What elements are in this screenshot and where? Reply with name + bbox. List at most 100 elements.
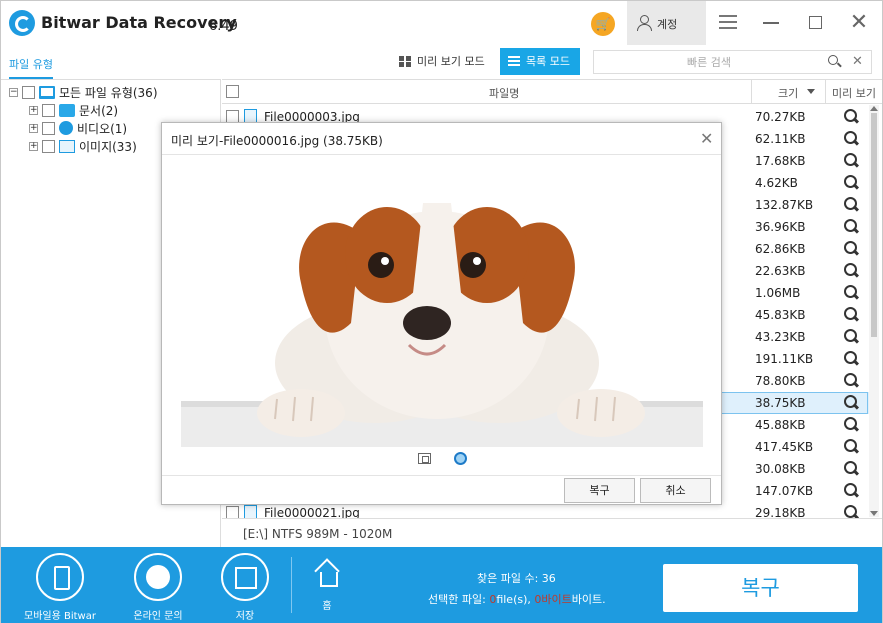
close-icon[interactable]: ✕ <box>845 11 873 35</box>
preview-magnifier-icon[interactable] <box>844 219 859 234</box>
mobile-bitwar-label: 모바일용 Bitwar <box>24 611 96 622</box>
file-size: 62.11KB <box>755 132 806 146</box>
app-window: Bitwar Data Recovery 6.49 🛒 계정 ✕ 파일 유형 미… <box>0 0 883 623</box>
preview-magnifier-icon[interactable] <box>844 241 859 256</box>
preview-magnifier-icon[interactable] <box>844 197 859 212</box>
tree-item-all[interactable]: − 모든 파일 유형(36) <box>9 83 158 101</box>
selected-prefix: 선택한 파일: <box>428 593 490 606</box>
recover-button[interactable]: 복구 <box>663 564 858 612</box>
scroll-down-icon[interactable] <box>870 511 878 516</box>
preview-mode-button[interactable]: 미리 보기 모드 <box>391 48 495 75</box>
title-bar: Bitwar Data Recovery 6.49 🛒 계정 ✕ <box>1 1 882 47</box>
preview-magnifier-icon[interactable] <box>844 175 859 190</box>
header-file-name[interactable]: 파일명 <box>489 85 519 101</box>
tree-item-documents[interactable]: + 문서(2) <box>29 101 118 119</box>
file-size: 30.08KB <box>755 462 806 476</box>
tree-item-videos[interactable]: + 비디오(1) <box>29 119 127 137</box>
search-box: ✕ <box>593 50 872 74</box>
file-size: 417.45KB <box>755 440 814 454</box>
preview-magnifier-icon[interactable] <box>844 285 859 300</box>
preview-mode-label: 미리 보기 모드 <box>417 55 485 68</box>
tree-item-images[interactable]: + 이미지(33) <box>29 137 137 155</box>
file-size: 4.62KB <box>755 176 798 190</box>
dialog-title: 미리 보기-File0000016.jpg (38.75KB) <box>171 134 383 148</box>
expand-icon[interactable]: + <box>29 141 38 151</box>
checkbox[interactable] <box>42 139 55 153</box>
preview-magnifier-icon[interactable] <box>844 153 859 168</box>
checkbox[interactable] <box>42 103 55 117</box>
list-mode-button[interactable]: 목록 모드 <box>500 48 580 75</box>
save-button[interactable]: 저장 <box>215 553 275 622</box>
minimize-icon[interactable] <box>757 11 785 35</box>
fit-to-window-icon[interactable] <box>418 453 431 464</box>
selected-files-info: 선택한 파일: 0file(s), 0바이트바이트. <box>428 591 606 607</box>
save-label: 저장 <box>235 611 255 622</box>
home-label: 홈 <box>322 601 332 612</box>
online-support-label: 온라인 문의 <box>133 611 183 622</box>
file-size: 62.86KB <box>755 242 806 256</box>
tab-file-type[interactable]: 파일 유형 <box>9 56 53 79</box>
cart-icon[interactable]: 🛒 <box>591 12 615 36</box>
support-agent-icon <box>134 553 182 601</box>
select-all-checkbox[interactable] <box>226 85 239 98</box>
search-input[interactable] <box>594 51 824 73</box>
grid-icon <box>399 56 411 67</box>
clear-search-icon[interactable]: ✕ <box>852 54 863 69</box>
home-icon <box>314 561 340 587</box>
preview-magnifier-icon[interactable] <box>844 483 859 498</box>
image-icon <box>59 139 75 153</box>
vertical-scrollbar[interactable] <box>869 105 879 517</box>
user-icon <box>637 15 652 31</box>
expand-icon[interactable]: + <box>29 105 38 115</box>
found-files-count: 찾은 파일 수: 36 <box>477 572 556 585</box>
file-size: 132.87KB <box>755 198 814 212</box>
dialog-recover-button[interactable]: 복구 <box>564 478 635 503</box>
preview-magnifier-icon[interactable] <box>844 461 859 476</box>
preview-magnifier-icon[interactable] <box>844 417 859 432</box>
account-label: 계정 <box>657 18 678 31</box>
search-icon[interactable] <box>828 55 842 69</box>
home-button[interactable]: 홈 <box>307 561 347 612</box>
preview-magnifier-icon[interactable] <box>844 329 859 344</box>
folder-icon <box>59 103 75 117</box>
preview-magnifier-icon[interactable] <box>844 109 859 124</box>
account-button[interactable]: 계정 <box>627 1 706 45</box>
preview-magnifier-icon[interactable] <box>844 395 859 410</box>
preview-magnifier-icon[interactable] <box>844 263 859 278</box>
dialog-close-icon[interactable]: ✕ <box>700 129 713 148</box>
zoom-icon[interactable] <box>454 452 467 465</box>
file-size: 191.11KB <box>755 352 814 366</box>
list-header: 파일명 크기 미리 보기 <box>222 80 882 104</box>
selected-bytes: 0바이트 <box>534 593 572 606</box>
preview-magnifier-icon[interactable] <box>844 131 859 146</box>
selected-bytes-unit: 바이트. <box>571 593 606 606</box>
sort-down-icon <box>807 89 815 94</box>
file-size: 36.96KB <box>755 220 806 234</box>
file-size: 147.07KB <box>755 484 814 498</box>
checkbox[interactable] <box>42 121 55 135</box>
scroll-thumb[interactable] <box>871 113 877 337</box>
preview-magnifier-icon[interactable] <box>844 373 859 388</box>
preview-magnifier-icon[interactable] <box>844 439 859 454</box>
dialog-cancel-button[interactable]: 취소 <box>640 478 711 503</box>
video-icon <box>59 121 73 135</box>
maximize-icon[interactable] <box>801 11 829 35</box>
preview-magnifier-icon[interactable] <box>844 351 859 366</box>
header-size-label: 크기 <box>778 87 799 100</box>
header-size[interactable]: 크기 <box>751 80 826 103</box>
tree-item-label: 문서(2) <box>79 103 119 118</box>
file-size: 45.88KB <box>755 418 806 432</box>
online-support-button[interactable]: 온라인 문의 <box>121 553 195 622</box>
expand-icon[interactable]: + <box>29 123 38 133</box>
file-size: 70.27KB <box>755 110 806 124</box>
scroll-up-icon[interactable] <box>870 106 878 111</box>
preview-magnifier-icon[interactable] <box>844 307 859 322</box>
phone-icon <box>36 553 84 601</box>
collapse-icon[interactable]: − <box>9 87 18 97</box>
tree-item-label: 이미지(33) <box>79 139 137 154</box>
mobile-bitwar-button[interactable]: 모바일용 Bitwar <box>17 553 103 622</box>
app-logo-icon <box>9 10 35 36</box>
preview-image <box>181 173 703 447</box>
menu-icon[interactable] <box>714 11 742 35</box>
checkbox[interactable] <box>22 85 35 99</box>
